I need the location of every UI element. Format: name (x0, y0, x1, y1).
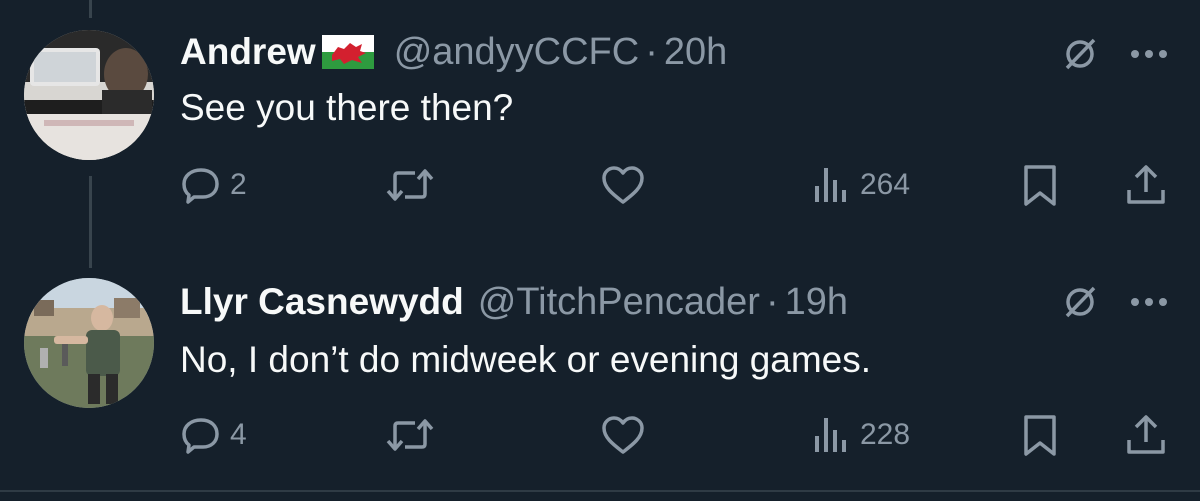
avatar[interactable] (24, 278, 154, 408)
reply-icon (182, 168, 219, 204)
retweet-button[interactable] (385, 160, 435, 210)
tweet-text: See you there then? (180, 87, 514, 128)
divider (0, 490, 1200, 492)
views-icon (815, 418, 846, 452)
tweet[interactable]: Llyr Casnewydd @TitchPencader · 19h No, … (0, 250, 1200, 470)
bookmark-icon (1024, 165, 1056, 206)
share-button[interactable] (1124, 160, 1168, 210)
like-button[interactable] (600, 410, 646, 460)
separator-dot: · (645, 31, 658, 73)
retweet-icon (386, 169, 434, 201)
reply-count: 4 (230, 418, 247, 451)
reply-icon (182, 418, 219, 454)
grok-icon[interactable] (1058, 32, 1102, 76)
like-button[interactable] (600, 160, 646, 210)
more-icon[interactable] (1124, 280, 1174, 324)
separator-dot: · (765, 281, 779, 323)
views-button[interactable]: 264 (812, 160, 910, 210)
timestamp[interactable]: 20h (664, 30, 727, 74)
action-bar: 4 228 (180, 410, 1180, 460)
tweet-text: No, I don’t do midweek or evening games. (180, 339, 872, 380)
tweet-header: Andrew @andyyCCFC · 20h (180, 30, 727, 74)
grok-icon[interactable] (1058, 280, 1102, 324)
share-icon (1127, 165, 1165, 204)
timestamp[interactable]: 19h (785, 280, 848, 324)
tweet-header: Llyr Casnewydd @TitchPencader · 19h (180, 280, 848, 324)
retweet-button[interactable] (385, 410, 435, 460)
bookmark-button[interactable] (1020, 160, 1060, 210)
retweet-icon (386, 419, 434, 451)
share-button[interactable] (1124, 410, 1168, 460)
view-count: 264 (860, 168, 911, 201)
like-icon (602, 166, 644, 204)
avatar-image (24, 278, 154, 408)
views-icon (815, 168, 846, 202)
more-icon[interactable] (1124, 32, 1174, 76)
like-icon (602, 416, 644, 454)
bookmark-button[interactable] (1020, 410, 1060, 460)
reply-count: 2 (230, 168, 247, 201)
view-count: 228 (860, 418, 911, 451)
bookmark-icon (1024, 415, 1056, 456)
avatar-image (24, 30, 154, 160)
reply-button[interactable]: 2 (180, 160, 247, 210)
user-handle[interactable]: @TitchPencader (478, 280, 760, 324)
action-bar: 2 264 (180, 160, 1180, 210)
display-name[interactable]: Andrew (180, 30, 316, 74)
tweet[interactable]: Andrew @andyyCCFC · 20h See you there th… (0, 0, 1200, 220)
reply-button[interactable]: 4 (180, 410, 247, 460)
views-button[interactable]: 228 (812, 410, 910, 460)
share-icon (1127, 415, 1165, 454)
avatar[interactable] (24, 30, 154, 160)
display-name[interactable]: Llyr Casnewydd (180, 280, 464, 324)
user-handle[interactable]: @andyyCCFC (394, 30, 640, 74)
wales-flag-icon (321, 35, 374, 69)
